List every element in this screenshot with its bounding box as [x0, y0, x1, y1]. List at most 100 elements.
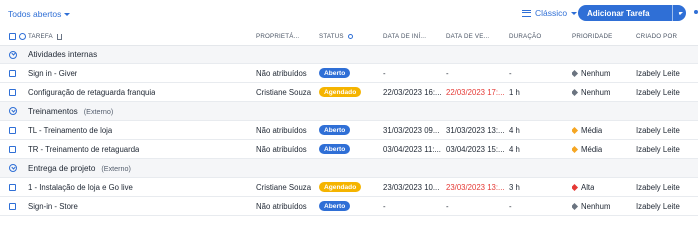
status-badge[interactable]: Agendado — [319, 87, 362, 97]
priority-cell[interactable]: Média — [572, 121, 602, 139]
chevron-down-icon — [571, 12, 578, 15]
task-name[interactable]: TR - Treinamento de retaguarda — [28, 145, 139, 154]
column-header[interactable]: PRIORIDADE — [572, 28, 613, 45]
priority-label: Alta — [581, 182, 595, 192]
row-checkbox[interactable] — [9, 88, 16, 96]
row-checkbox[interactable] — [9, 69, 16, 77]
status-cell[interactable]: Agendado — [319, 178, 362, 196]
start-date: 31/03/2023 09... — [383, 125, 440, 135]
duration: 1 h — [509, 87, 520, 97]
column-header[interactable]: PROPRIETÁ... — [256, 28, 299, 45]
layout-mode-selector[interactable]: Clássico — [522, 8, 578, 18]
task-name[interactable]: TL - Treinamento de loja — [28, 126, 112, 135]
owner-cell[interactable]: Cristiane Souza — [256, 178, 311, 196]
table-row[interactable]: TL - Treinamento de loja Não atribuídos Ab… — [0, 121, 698, 140]
row-select-cell — [9, 121, 16, 139]
start-date-cell: 31/03/2023 09... — [383, 121, 439, 139]
gear-icon[interactable] — [19, 33, 26, 40]
group-header: Entrega de projeto (Externo) — [28, 159, 131, 177]
priority-cell[interactable]: Alta — [572, 178, 594, 196]
collapse-group-icon[interactable] — [9, 50, 17, 59]
column-header[interactable]: DATA DE INÍ... — [383, 28, 426, 45]
table-row[interactable]: TR - Treinamento de retaguarda Não atribu… — [0, 140, 698, 159]
group-row: Treinamentos (Externo) — [0, 102, 698, 121]
table-row[interactable]: 1 - Instalação de loja e Go live Cristian… — [0, 178, 698, 197]
table-row[interactable]: Sign-in - Store Não atribuídos Aberto - - - Ne… — [0, 197, 698, 216]
filter-icon[interactable] — [347, 34, 353, 39]
due-date-cell: 22/03/2023 17:... — [446, 83, 505, 101]
select-all-checkbox[interactable] — [9, 33, 16, 40]
group-title: Atividades internas — [28, 50, 98, 59]
creator-cell: Izabely Leite — [636, 64, 680, 82]
column-header[interactable]: CRIADO POR — [636, 28, 677, 45]
collapse-group-icon[interactable] — [9, 164, 17, 172]
row-checkbox[interactable] — [9, 202, 16, 210]
status-cell[interactable]: Aberto — [319, 140, 351, 158]
owner-cell[interactable]: Não atribuídos — [256, 197, 307, 215]
duration: 4 h — [509, 144, 520, 154]
status-badge[interactable]: Aberto — [319, 144, 351, 154]
creator-cell: Izabely Leite — [636, 121, 680, 139]
priority-nenhum-icon — [572, 69, 579, 77]
creator-name: Izabely Leite — [636, 125, 680, 135]
owner-cell[interactable]: Cristiane Souza — [256, 83, 311, 101]
task-cell[interactable]: TR - Treinamento de retaguarda — [28, 140, 139, 158]
header-select-cell — [9, 28, 16, 45]
status-badge[interactable]: Aberto — [319, 201, 351, 211]
group-toggle-cell — [9, 159, 17, 177]
task-cell[interactable]: Sign in - Giver — [28, 64, 77, 82]
task-cell[interactable]: TL - Treinamento de loja — [28, 121, 112, 139]
task-name[interactable]: Configuração de retaguarda franquia — [28, 88, 155, 97]
due-date-cell: 31/03/2023 13:... — [446, 121, 505, 139]
row-select-cell — [9, 178, 16, 196]
column-header[interactable]: DATA DE VE... — [446, 28, 489, 45]
group-title: Entrega de projeto — [28, 163, 96, 173]
priority-value: Média — [572, 145, 602, 154]
toolbar: Todos abertos Clássico Adicionar Tarefa — [0, 0, 698, 28]
priority-cell[interactable]: Nenhum — [572, 197, 610, 215]
owner-cell[interactable]: Não atribuídos — [256, 64, 307, 82]
column-header-label: STATUS — [319, 33, 344, 40]
task-cell[interactable]: Configuração de retaguarda franquia — [28, 83, 155, 101]
row-checkbox[interactable] — [9, 145, 16, 153]
layout-mode-label: Clássico — [535, 8, 568, 18]
column-header[interactable]: STATUS — [319, 28, 353, 45]
due-date: - — [446, 201, 449, 211]
column-header[interactable]: TAREFA — [28, 28, 62, 45]
status-badge[interactable]: Agendado — [319, 182, 362, 192]
status-badge[interactable]: Aberto — [319, 68, 351, 78]
task-cell[interactable]: Sign-in - Store — [28, 197, 78, 215]
collapse-group-icon[interactable] — [9, 107, 17, 115]
priority-cell[interactable]: Nenhum — [572, 83, 610, 101]
row-checkbox[interactable] — [9, 126, 16, 134]
priority-cell[interactable]: Nenhum — [572, 64, 610, 82]
task-table: TAREFA PROPRIETÁ... STATUS DATA DE INÍ... DA… — [0, 28, 698, 216]
row-checkbox[interactable] — [9, 183, 16, 191]
table-row[interactable]: Sign in - Giver Não atribuídos Aberto - - - Ne… — [0, 64, 698, 83]
owner-cell[interactable]: Não atribuídos — [256, 140, 307, 158]
view-selector[interactable]: Todos abertos — [8, 9, 71, 19]
duration: 4 h — [509, 125, 520, 135]
owner-cell[interactable]: Não atribuídos — [256, 121, 307, 139]
sort-icon[interactable] — [56, 33, 62, 40]
status-cell[interactable]: Agendado — [319, 83, 362, 101]
task-name[interactable]: 1 - Instalação de loja e Go live — [28, 183, 133, 192]
group-toggle-cell — [9, 102, 17, 120]
status-cell[interactable]: Aberto — [319, 197, 351, 215]
column-header-label: PROPRIETÁ... — [256, 33, 300, 40]
status-cell[interactable]: Aberto — [319, 121, 351, 139]
task-cell[interactable]: 1 - Instalação de loja e Go live — [28, 178, 133, 196]
duration-cell: 3 h — [509, 178, 520, 196]
task-name[interactable]: Sign in - Giver — [28, 69, 77, 78]
filter-icon[interactable] — [674, 8, 682, 17]
task-name[interactable]: Sign-in - Store — [28, 202, 78, 211]
status-cell[interactable]: Aberto — [319, 64, 351, 82]
status-badge[interactable]: Aberto — [319, 125, 351, 135]
priority-cell[interactable]: Média — [572, 140, 602, 158]
more-options-icon[interactable] — [694, 10, 698, 14]
duration: - — [509, 68, 512, 78]
add-task-button[interactable]: Adicionar Tarefa — [578, 5, 686, 21]
column-header[interactable]: DURAÇÃO — [509, 28, 541, 45]
creator-name: Izabely Leite — [636, 68, 680, 78]
table-row[interactable]: Configuração de retaguarda franquia Crist… — [0, 83, 698, 102]
